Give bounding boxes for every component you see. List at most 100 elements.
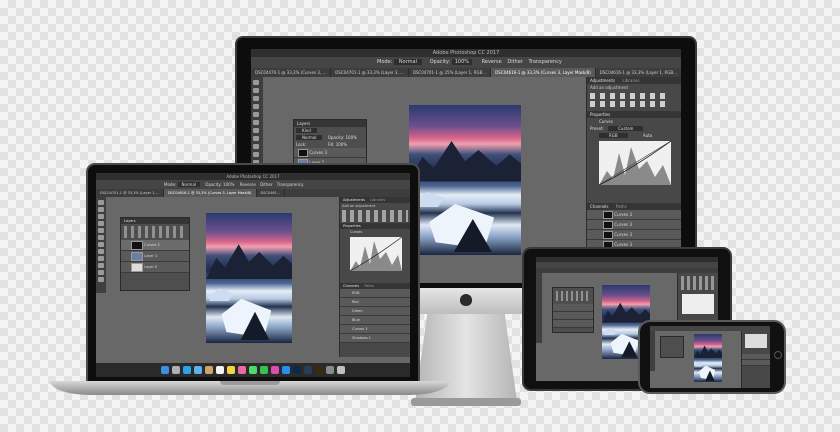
- layers-fill[interactable]: Fill: 100%: [328, 142, 347, 147]
- eraser-tool-icon[interactable]: [98, 249, 104, 254]
- laptop-screen: Adobe Photoshop CC 2017 Mode: Normal Opa…: [96, 173, 410, 377]
- type-tool-icon[interactable]: [98, 270, 104, 275]
- laptop-doc-tab[interactable]: DSC0461...: [257, 189, 286, 197]
- gradient-tool-icon[interactable]: [253, 144, 259, 149]
- laptop-paths-tab[interactable]: Paths: [364, 284, 374, 288]
- laptop-channels-tab[interactable]: Channels: [343, 284, 359, 288]
- phone-home-button[interactable]: [774, 351, 782, 359]
- laptop-notch: [220, 381, 280, 385]
- transparency-checkbox[interactable]: Transparency: [528, 59, 561, 65]
- layer-row[interactable]: Curves 3: [121, 240, 189, 251]
- layers-opacity[interactable]: Opacity: 100%: [328, 135, 357, 140]
- appstore-dock-icon[interactable]: [282, 366, 290, 374]
- channel-row[interactable]: RGB: [340, 289, 410, 298]
- phone: [638, 320, 786, 394]
- adjustment-icons: [587, 93, 681, 111]
- auto-button[interactable]: Auto: [643, 133, 652, 138]
- curves-graph[interactable]: [599, 141, 671, 185]
- layer-row[interactable]: Layer 1: [121, 251, 189, 262]
- launchpad-dock-icon[interactable]: [172, 366, 180, 374]
- mail-dock-icon[interactable]: [194, 366, 202, 374]
- laptop-curves-graph[interactable]: [349, 236, 403, 272]
- layers-kind[interactable]: Kind: [296, 128, 317, 133]
- layers-blend-mode[interactable]: Normal: [296, 135, 323, 140]
- libraries-tab[interactable]: Libraries: [622, 78, 639, 83]
- stamp-tool-icon[interactable]: [253, 128, 259, 133]
- eyedropper-tool-icon[interactable]: [98, 228, 104, 233]
- channel-row[interactable]: Red: [340, 298, 410, 307]
- laptop-canvas-photo[interactable]: [206, 213, 292, 343]
- laptop-doc-tab-active[interactable]: DSC04616-1 @ 33,3% (Curves 3, Layer Mask…: [163, 189, 257, 197]
- doc-tab[interactable]: DSC04616-1 @ 33,3% (Layer 1, RGB...: [596, 68, 681, 77]
- eraser-tool-icon[interactable]: [253, 136, 259, 141]
- notes-dock-icon[interactable]: [227, 366, 235, 374]
- paths-tab[interactable]: Paths: [616, 204, 627, 209]
- move-tool-icon[interactable]: [253, 80, 259, 85]
- channel-row[interactable]: Green: [340, 307, 410, 316]
- eyedropper-tool-icon[interactable]: [253, 112, 259, 117]
- laptop-title-bar: Adobe Photoshop CC 2017: [96, 173, 410, 180]
- marquee-tool-icon[interactable]: [253, 88, 259, 93]
- trash-dock-icon[interactable]: [337, 366, 345, 374]
- doc-tab[interactable]: DSC04701-1 @ 33,3% (Layer 3, ...: [331, 68, 409, 77]
- channel-select[interactable]: RGB: [599, 133, 628, 138]
- adjustments-tab[interactable]: Adjustments: [590, 78, 615, 83]
- preferences-dock-icon[interactable]: [326, 366, 334, 374]
- laptop-dither[interactable]: Dither: [260, 182, 272, 187]
- channel-name: Blue: [352, 318, 360, 322]
- laptop-adjustments-tab[interactable]: Adjustments: [343, 198, 365, 202]
- laptop-libraries-tab[interactable]: Libraries: [370, 198, 385, 202]
- stamp-tool-icon[interactable]: [98, 242, 104, 247]
- photos-dock-icon[interactable]: [238, 366, 246, 374]
- channel-row[interactable]: Curves 3: [587, 220, 681, 230]
- crop-tool-icon[interactable]: [253, 104, 259, 109]
- illustrator-dock-icon[interactable]: [315, 366, 323, 374]
- opacity-value[interactable]: 100%: [451, 59, 473, 65]
- brush-tool-icon[interactable]: [253, 120, 259, 125]
- phone-canvas-photo[interactable]: [694, 334, 722, 382]
- pen-tool-icon[interactable]: [253, 152, 259, 157]
- gradient-tool-icon[interactable]: [98, 256, 104, 261]
- lasso-tool-icon[interactable]: [98, 214, 104, 219]
- calendar-dock-icon[interactable]: [216, 366, 224, 374]
- phone-right-dock: [741, 331, 770, 388]
- messages-dock-icon[interactable]: [249, 366, 257, 374]
- contacts-dock-icon[interactable]: [205, 366, 213, 374]
- lasso-tool-icon[interactable]: [253, 96, 259, 101]
- mode-select[interactable]: Normal: [393, 59, 422, 65]
- itunes-dock-icon[interactable]: [271, 366, 279, 374]
- lightroom-dock-icon[interactable]: [304, 366, 312, 374]
- doc-tab[interactable]: DSC04470-1 @ 33,3% (Curves 3, ...: [251, 68, 332, 77]
- channel-name: Red: [352, 300, 359, 304]
- channel-row[interactable]: Blue: [340, 316, 410, 325]
- layer-row[interactable]: Curves 3: [294, 148, 366, 158]
- laptop-transparency[interactable]: Transparency: [277, 182, 304, 187]
- move-tool-icon[interactable]: [98, 200, 104, 205]
- layers-lock-row: Lock: Fill: 100%: [294, 141, 366, 148]
- marquee-tool-icon[interactable]: [98, 207, 104, 212]
- channel-row[interactable]: Curves 3: [587, 210, 681, 220]
- reverse-checkbox[interactable]: Reverse: [482, 59, 502, 65]
- crop-tool-icon[interactable]: [98, 221, 104, 226]
- channel-row[interactable]: Curves 3: [587, 230, 681, 240]
- laptop-mode-select[interactable]: Normal: [177, 182, 201, 187]
- facetime-dock-icon[interactable]: [260, 366, 268, 374]
- doc-tab-active[interactable]: DSC04616-1 @ 33,3% (Curves 3, Layer Mask…: [491, 68, 596, 77]
- laptop-reverse[interactable]: Reverse: [240, 182, 256, 187]
- brush-tool-icon[interactable]: [98, 235, 104, 240]
- app-title-bar: Adobe Photoshop CC 2017: [251, 49, 681, 57]
- photoshop-dock-icon[interactable]: [293, 366, 301, 374]
- channels-tab[interactable]: Channels: [590, 204, 609, 209]
- laptop-opacity-value[interactable]: 100%: [223, 182, 234, 187]
- dither-checkbox[interactable]: Dither: [507, 59, 523, 65]
- zoom-tool-icon[interactable]: [98, 277, 104, 282]
- finder-dock-icon[interactable]: [161, 366, 169, 374]
- channel-row[interactable]: Curves 3: [340, 325, 410, 334]
- safari-dock-icon[interactable]: [183, 366, 191, 374]
- layer-row[interactable]: Layer 0: [121, 262, 189, 273]
- laptop-doc-tab[interactable]: DSC04701-1 @ 33,3% (Layer 1,...: [96, 189, 164, 197]
- pen-tool-icon[interactable]: [98, 263, 104, 268]
- preset-select[interactable]: Custom: [608, 126, 644, 131]
- doc-tab[interactable]: DSC04701-1 @ 25% (Layer 1, RGB...: [409, 68, 492, 77]
- channel-row[interactable]: Shadows 1: [340, 334, 410, 343]
